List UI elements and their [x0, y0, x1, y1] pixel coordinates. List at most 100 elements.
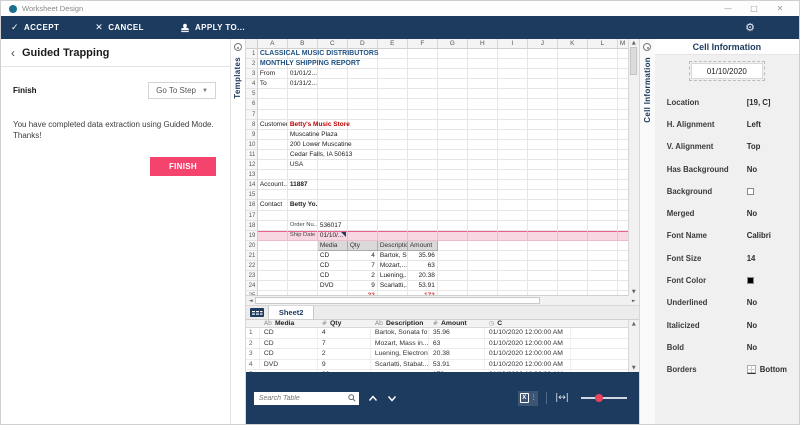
cell-L11[interactable]: [588, 150, 618, 160]
cell-A22[interactable]: [258, 261, 288, 271]
cell-M25[interactable]: [618, 291, 628, 295]
cell-qty[interactable]: 7: [318, 339, 371, 349]
cell-L1[interactable]: [588, 49, 618, 59]
row-header-25[interactable]: 25: [246, 291, 258, 295]
table-row-1[interactable]: 1CD4Bartok, Sonata fo...35.9601/10/2020 …: [246, 328, 628, 339]
cell-description[interactable]: Mozart, Mass in...: [371, 339, 429, 349]
cell-M8[interactable]: [618, 120, 628, 130]
cell-E8[interactable]: [378, 120, 408, 130]
sheet-vertical-scrollbar[interactable]: ▲ ▼: [628, 39, 639, 296]
cell-A7[interactable]: [258, 110, 288, 120]
row-header-12[interactable]: 12: [246, 160, 258, 170]
cell-L2[interactable]: [588, 59, 618, 69]
cell-A16[interactable]: Contact: [258, 200, 288, 210]
cell-C18[interactable]: 536017: [318, 221, 348, 231]
cell-G11[interactable]: [438, 150, 468, 160]
cell-E2[interactable]: [378, 59, 408, 69]
cell-C14[interactable]: [318, 180, 348, 190]
cell-K4[interactable]: [558, 79, 588, 89]
cell-M12[interactable]: [618, 160, 628, 170]
cell-C19[interactable]: 01/10/...: [318, 231, 348, 241]
row-header-17[interactable]: 17: [246, 211, 258, 221]
cell-E1[interactable]: [378, 49, 408, 59]
cell-value-field[interactable]: 01/10/2020: [691, 63, 763, 79]
cell-L17[interactable]: [588, 211, 618, 221]
cell-B11[interactable]: Cedar Falls, IA 50613: [288, 150, 318, 160]
cell-D17[interactable]: [348, 211, 378, 221]
cell-G7[interactable]: [438, 110, 468, 120]
cell-A20[interactable]: [258, 241, 288, 251]
cell-F23[interactable]: 20.38: [408, 271, 438, 281]
table-vertical-scrollbar[interactable]: ▲ ▼: [628, 320, 639, 372]
cell-H4[interactable]: [468, 79, 498, 89]
cell-J24[interactable]: [528, 281, 558, 291]
cell-E16[interactable]: [378, 200, 408, 210]
cell-A6[interactable]: [258, 99, 288, 109]
cell-I20[interactable]: [498, 241, 528, 251]
cell-I23[interactable]: [498, 271, 528, 281]
cell-B10[interactable]: 200 Lower Muscatine: [288, 140, 318, 150]
row-header-14[interactable]: 14: [246, 180, 258, 190]
cell-I25[interactable]: [498, 291, 528, 295]
cell-D6[interactable]: [348, 99, 378, 109]
cell-I2[interactable]: [498, 59, 528, 69]
cell-C7[interactable]: [318, 110, 348, 120]
cell-H23[interactable]: [468, 271, 498, 281]
cell-H24[interactable]: [468, 281, 498, 291]
cell-E18[interactable]: [378, 221, 408, 231]
cell-E13[interactable]: [378, 170, 408, 180]
cell-D12[interactable]: [348, 160, 378, 170]
row-header-10[interactable]: 10: [246, 140, 258, 150]
cell-qty[interactable]: 9: [318, 360, 371, 370]
scroll-down-icon[interactable]: ▼: [632, 365, 636, 371]
scroll-left-icon[interactable]: ◄: [247, 298, 255, 304]
cell-I24[interactable]: [498, 281, 528, 291]
scroll-down-icon[interactable]: ▼: [632, 289, 636, 295]
cell-G23[interactable]: [438, 271, 468, 281]
cell-L14[interactable]: [588, 180, 618, 190]
cell-G18[interactable]: [438, 221, 468, 231]
cell-H22[interactable]: [468, 261, 498, 271]
cell-F22[interactable]: 63: [408, 261, 438, 271]
cell-I1[interactable]: [498, 49, 528, 59]
cell-I17[interactable]: [498, 211, 528, 221]
cell-K21[interactable]: [558, 251, 588, 261]
cell-description[interactable]: Luening, Electroni...: [371, 349, 429, 359]
minimize-button[interactable]: —: [715, 4, 741, 13]
cell-H11[interactable]: [468, 150, 498, 160]
cell-J15[interactable]: [528, 190, 558, 200]
cell-H25[interactable]: [468, 291, 498, 295]
cell-I3[interactable]: [498, 69, 528, 79]
cell-E17[interactable]: [378, 211, 408, 221]
cell-K7[interactable]: [558, 110, 588, 120]
cell-K1[interactable]: [558, 49, 588, 59]
cell-L22[interactable]: [588, 261, 618, 271]
cell-G13[interactable]: [438, 170, 468, 180]
cell-D18[interactable]: [348, 221, 378, 231]
cell-amount[interactable]: 53.91: [429, 360, 485, 370]
cell-K23[interactable]: [558, 271, 588, 281]
cell-F24[interactable]: 53.91: [408, 281, 438, 291]
cell-D19[interactable]: [348, 231, 378, 241]
cell-L12[interactable]: [588, 160, 618, 170]
cell-D24[interactable]: 9: [348, 281, 378, 291]
cell-G6[interactable]: [438, 99, 468, 109]
cell-I9[interactable]: [498, 130, 528, 140]
cell-G22[interactable]: [438, 261, 468, 271]
cell-A2[interactable]: MONTHLY SHIPPING REPORT: [258, 59, 288, 69]
hscroll-thumb[interactable]: [255, 297, 540, 304]
close-button[interactable]: ✕: [767, 4, 793, 13]
cell-E20[interactable]: Description: [378, 241, 408, 251]
row-header-21[interactable]: 21: [246, 251, 258, 261]
cell-information-tab[interactable]: Cell Information: [643, 57, 652, 123]
cell-I18[interactable]: [498, 221, 528, 231]
column-header-amount[interactable]: #Amount: [429, 320, 485, 327]
cell-B24[interactable]: [288, 281, 318, 291]
cell-J12[interactable]: [528, 160, 558, 170]
cell-F19[interactable]: [408, 231, 438, 241]
cell-M3[interactable]: [618, 69, 628, 79]
cell-K25[interactable]: [558, 291, 588, 295]
cell-H7[interactable]: [468, 110, 498, 120]
cell-A15[interactable]: [258, 190, 288, 200]
cell-K2[interactable]: [558, 59, 588, 69]
